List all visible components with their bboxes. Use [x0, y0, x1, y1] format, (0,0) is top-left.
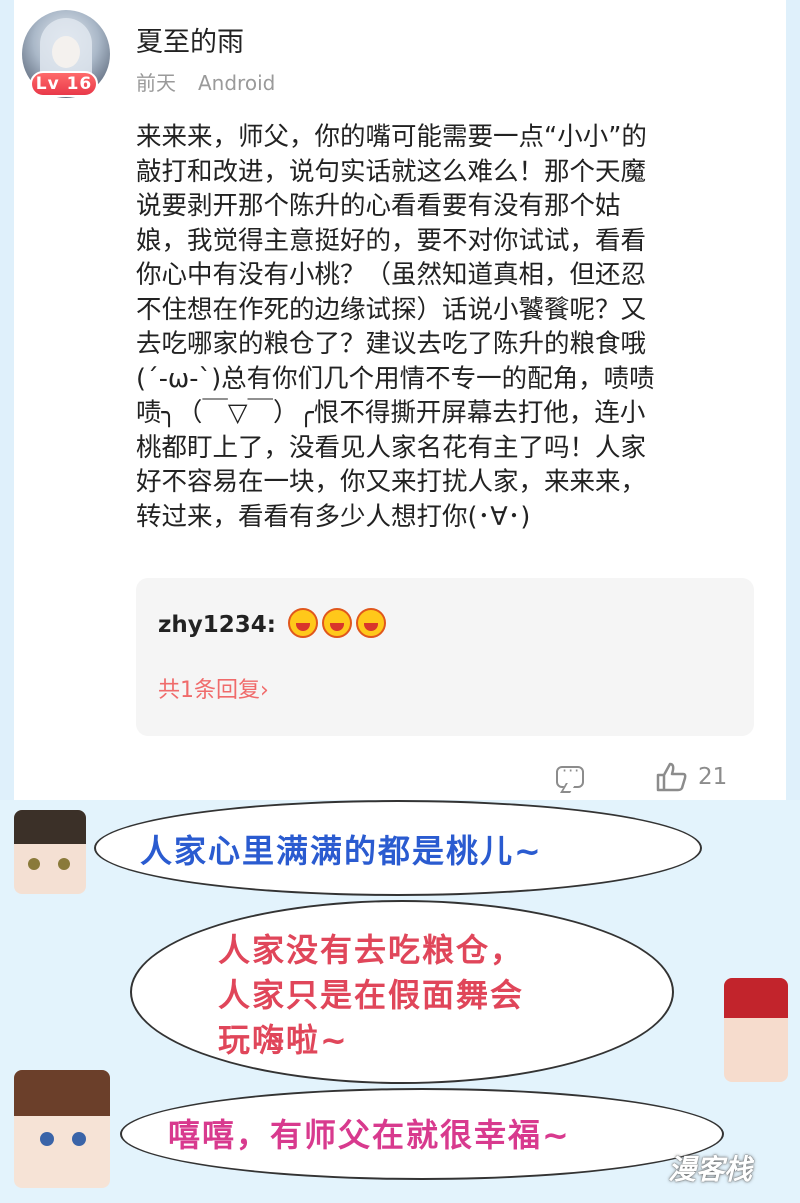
chevron-right-icon: › — [260, 678, 269, 703]
level-badge: Lv 16 — [30, 71, 98, 97]
comment-line: 你心中有没有小桃？（虽然知道真相，但还忍 — [136, 260, 647, 290]
thumbs-up-icon[interactable] — [656, 762, 688, 792]
character-eye — [28, 858, 40, 870]
watermark-logo: 漫客栈 — [668, 1153, 753, 1186]
reply-author[interactable]: zhy1234: — [158, 612, 276, 638]
username[interactable]: 夏至的雨 — [136, 20, 244, 59]
comment-line: (´-ω-`)总有你们几个用情不专一的配角，啧啧 — [136, 363, 655, 394]
comment-body: 来来来，师父，你的嘴可能需要一点“小小”的 敲打和改进，说句实话就这么难么！那个… — [136, 120, 776, 534]
character-eye — [58, 858, 70, 870]
character-hair — [14, 810, 86, 844]
character-girl-black-hair — [14, 810, 86, 894]
comment-line: 来来来，师父，你的嘴可能需要一点“小小”的 — [136, 122, 647, 152]
reply-line: zhy1234: — [158, 608, 386, 638]
character-hair — [724, 978, 788, 1018]
like-count: 21 — [698, 764, 728, 790]
speech-bubble-1-text: 人家心里满满的都是桃儿~ — [140, 832, 543, 870]
comment-line: 转过来，看看有多少人想打你(･∀･) — [136, 501, 531, 532]
speech-bubble-2-line: 人家只是在假面舞会 — [218, 976, 525, 1014]
speech-bubble-2-line: 玩嗨啦~ — [218, 1021, 349, 1059]
laughing-face-icon — [321, 608, 352, 638]
character-eye — [40, 1132, 54, 1146]
comment-line: 敲打和改进，说句实话就这么难么！那个天魔 — [136, 156, 647, 187]
comment-line: 去吃哪家的粮仓了？建议去吃了陈升的粮食哦 — [136, 329, 647, 359]
speech-bubble-3-text: 嘻嘻，有师父在就很幸福~ — [168, 1116, 571, 1154]
comment-line: 不住想在作死的边缘试探）话说小饕餮呢？又 — [136, 294, 647, 325]
laughing-face-icon — [287, 608, 318, 638]
character-hair — [14, 1070, 110, 1116]
post-device: Android — [198, 71, 276, 95]
laughing-face-icon — [355, 608, 386, 638]
post-time: 前天 — [136, 71, 176, 95]
character-red-hair — [724, 978, 788, 1082]
comment-line: 说要剥开那个陈升的心看看要有没有那个姑 — [136, 191, 621, 221]
comment-icon[interactable] — [556, 761, 584, 788]
comment-line: 桃都盯上了，没看见人家名花有主了吗！人家 — [136, 432, 647, 463]
character-girl-brown-hair — [14, 1070, 110, 1188]
comment-line: 娘，我觉得主意挺好的，要不对你试试，看看 — [136, 225, 647, 256]
speech-bubble-2-line: 人家没有去吃粮仓， — [218, 931, 525, 969]
comment-line: 啧╮（￣▽￣）╭恨不得撕开屏幕去打他，连小 — [136, 398, 646, 428]
comment-line: 好不容易在一块，你又来打扰人家，来来来， — [136, 467, 647, 497]
speech-bubble-2-text: 人家没有去吃粮仓， 人家只是在假面舞会 玩嗨啦~ — [218, 928, 524, 1063]
character-eye — [72, 1132, 86, 1146]
view-replies-link[interactable]: 共1条回复› — [158, 672, 269, 704]
avatar-face — [52, 36, 80, 68]
post-meta: 前天 Android — [136, 67, 275, 96]
view-replies-label: 共1条回复 — [158, 678, 260, 703]
reply-preview-box[interactable]: zhy1234: 共1条回复› — [136, 578, 754, 736]
